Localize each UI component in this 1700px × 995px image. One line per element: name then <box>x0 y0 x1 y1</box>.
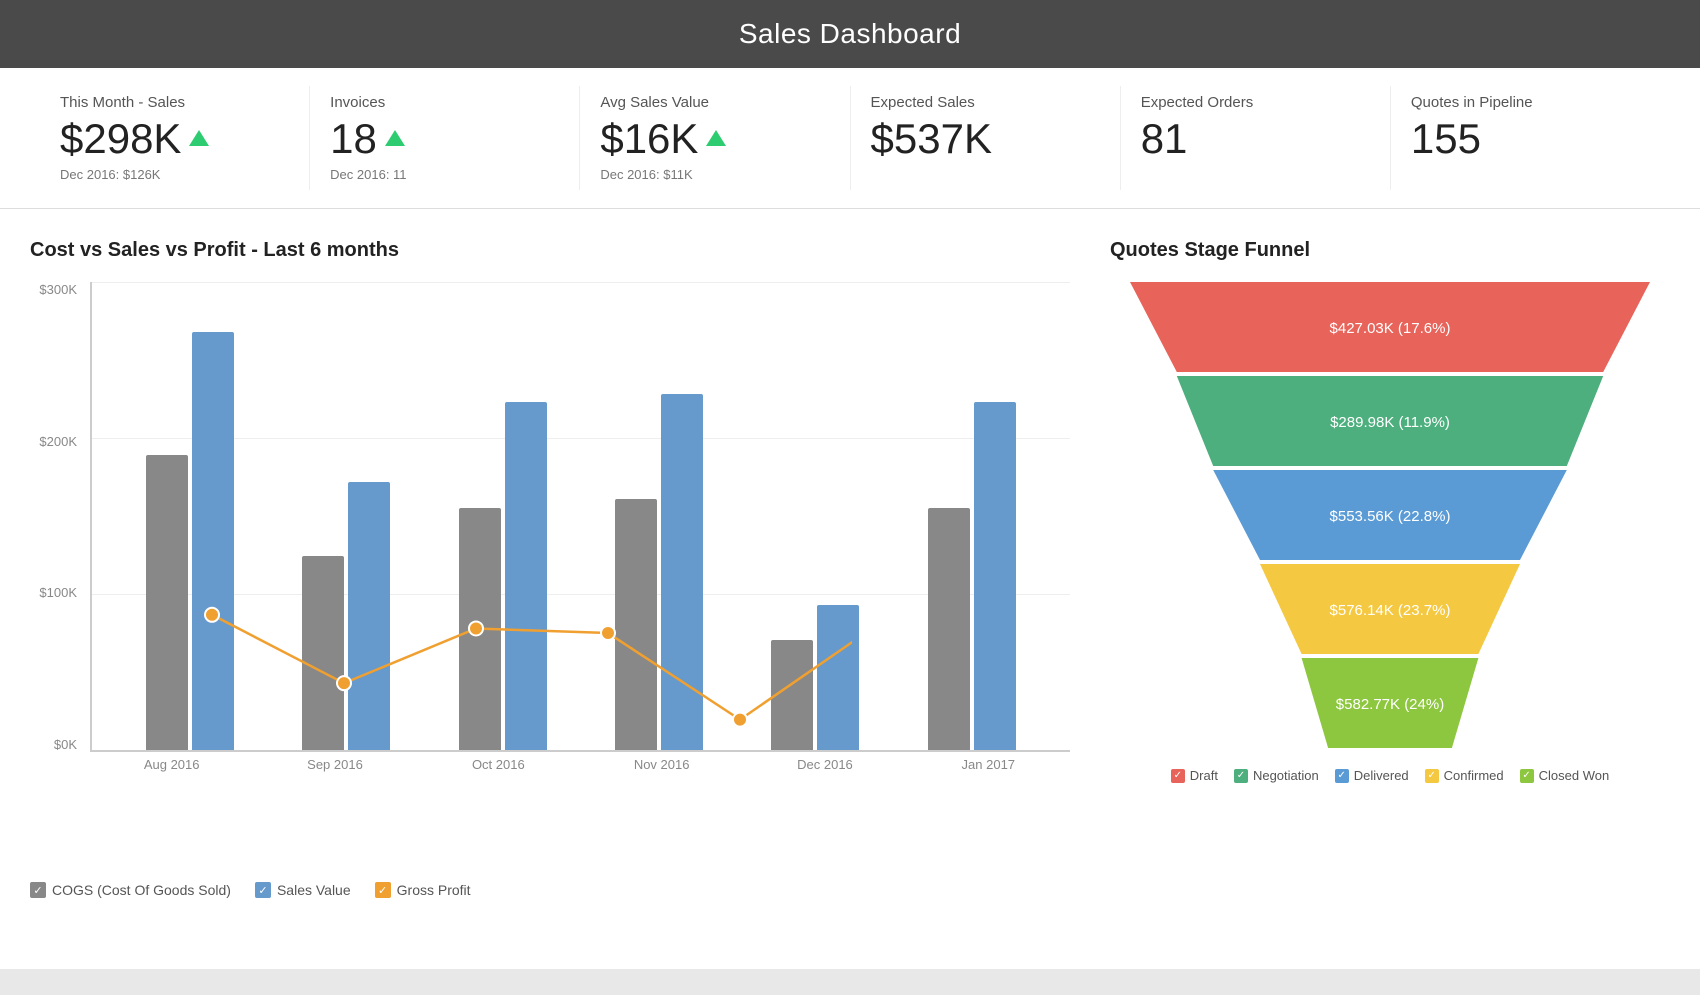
x-labels: Aug 2016Sep 2016Oct 2016Nov 2016Dec 2016… <box>90 757 1070 772</box>
y-label-300k: $300K <box>30 282 77 297</box>
x-label-2: Oct 2016 <box>417 757 580 772</box>
funnel-legend-item-3: ✓ Confirmed <box>1425 768 1504 783</box>
page-title: Sales Dashboard <box>739 18 961 49</box>
x-label-1: Sep 2016 <box>253 757 416 772</box>
bar-cogs-2 <box>459 508 501 750</box>
metric-value-5: 155 <box>1411 115 1640 163</box>
x-label-0: Aug 2016 <box>90 757 253 772</box>
bar-sales-0 <box>192 332 234 750</box>
bar-sales-2 <box>505 402 547 750</box>
metric-label-2: Avg Sales Value <box>600 94 829 111</box>
metric-value-2: $16K <box>600 115 829 163</box>
y-label-100k: $100K <box>30 585 77 600</box>
bar-group-2 <box>425 282 581 750</box>
metric-value-0: $298K <box>60 115 289 163</box>
metric-item-1: Invoices 18 Dec 2016: 11 <box>310 86 580 190</box>
funnel-legend-label-3: Confirmed <box>1444 768 1504 783</box>
metric-label-1: Invoices <box>330 94 559 111</box>
y-label-200k: $200K <box>30 434 77 449</box>
y-label-0k: $0K <box>30 737 77 752</box>
bar-chart-title: Cost vs Sales vs Profit - Last 6 months <box>30 239 1070 262</box>
metric-item-4: Expected Orders 81 <box>1121 86 1391 190</box>
funnel-legend-label-1: Negotiation <box>1253 768 1319 783</box>
bar-cogs-1 <box>302 556 344 750</box>
metric-item-2: Avg Sales Value $16K Dec 2016: $11K <box>580 86 850 190</box>
metric-label-0: This Month - Sales <box>60 94 289 111</box>
metrics-bar: This Month - Sales $298K Dec 2016: $126K In… <box>0 68 1700 209</box>
funnel-legend-label-2: Delivered <box>1354 768 1409 783</box>
bar-cogs-4 <box>771 640 813 750</box>
funnel-container: $427.03K (17.6%) $289.98K (11.9%) $553.56K… <box>1110 282 1670 748</box>
bar-group-5 <box>894 282 1050 750</box>
metric-item-3: Expected Sales $537K <box>851 86 1121 190</box>
funnel-text-4: $582.77K (24%) <box>1336 696 1444 713</box>
bar-group-1 <box>268 282 424 750</box>
arrow-up-icon-0 <box>189 130 209 146</box>
funnel-legend-item-2: ✓ Delivered <box>1335 768 1409 783</box>
bar-cogs-0 <box>146 455 188 750</box>
bar-sales-3 <box>661 394 703 750</box>
bar-chart-container: $300K $200K $100K $0K <box>30 282 1070 822</box>
main-content: Cost vs Sales vs Profit - Last 6 months … <box>0 209 1700 969</box>
bar-chart-section: Cost vs Sales vs Profit - Last 6 months … <box>20 229 1080 949</box>
funnel-legend-label-0: Draft <box>1190 768 1218 783</box>
funnel-text-2: $553.56K (22.8%) <box>1330 508 1451 525</box>
metric-item-0: This Month - Sales $298K Dec 2016: $126K <box>40 86 310 190</box>
funnel-legend-item-4: ✓ Closed Won <box>1520 768 1610 783</box>
bar-group-0 <box>112 282 268 750</box>
metric-label-4: Expected Orders <box>1141 94 1370 111</box>
chart-legend-label-2: Gross Profit <box>397 882 471 898</box>
y-axis: $300K $200K $100K $0K <box>30 282 85 752</box>
chart-legend-check-1: ✓ <box>255 882 271 898</box>
chart-legend-item-1: ✓ Sales Value <box>255 882 351 898</box>
bars-group <box>92 282 1070 750</box>
page-header: Sales Dashboard <box>0 0 1700 68</box>
chart-legend-item-0: ✓ COGS (Cost Of Goods Sold) <box>30 882 231 898</box>
chart-legend: ✓ COGS (Cost Of Goods Sold) ✓ Sales Value ✓ G… <box>30 882 1070 898</box>
x-label-3: Nov 2016 <box>580 757 743 772</box>
bar-cogs-3 <box>615 499 657 750</box>
chart-legend-check-0: ✓ <box>30 882 46 898</box>
bar-group-3 <box>581 282 737 750</box>
funnel-svg: $427.03K (17.6%) $289.98K (11.9%) $553.56K… <box>1130 282 1650 748</box>
funnel-legend: ✓ Draft ✓ Negotiation ✓ Delivered ✓ Confirmed ✓ C… <box>1110 768 1670 783</box>
metric-item-5: Quotes in Pipeline 155 <box>1391 86 1660 190</box>
arrow-up-icon-1 <box>385 130 405 146</box>
funnel-legend-check-3: ✓ <box>1425 769 1439 783</box>
bar-sales-4 <box>817 605 859 750</box>
bar-cogs-5 <box>928 508 970 750</box>
metric-label-3: Expected Sales <box>871 94 1100 111</box>
chart-legend-label-0: COGS (Cost Of Goods Sold) <box>52 882 231 898</box>
metric-sub-0: Dec 2016: $126K <box>60 167 289 182</box>
funnel-title: Quotes Stage Funnel <box>1110 239 1670 262</box>
funnel-legend-label-4: Closed Won <box>1539 768 1610 783</box>
funnel-text-0: $427.03K (17.6%) <box>1330 320 1451 337</box>
chart-legend-check-2: ✓ <box>375 882 391 898</box>
metric-value-1: 18 <box>330 115 559 163</box>
x-label-4: Dec 2016 <box>743 757 906 772</box>
arrow-up-icon-2 <box>706 130 726 146</box>
funnel-legend-check-0: ✓ <box>1171 769 1185 783</box>
funnel-legend-check-1: ✓ <box>1234 769 1248 783</box>
chart-area <box>90 282 1070 752</box>
funnel-legend-item-1: ✓ Negotiation <box>1234 768 1319 783</box>
funnel-legend-check-4: ✓ <box>1520 769 1534 783</box>
x-label-5: Jan 2017 <box>907 757 1070 772</box>
metric-value-4: 81 <box>1141 115 1370 163</box>
metric-sub-1: Dec 2016: 11 <box>330 167 559 182</box>
funnel-legend-item-0: ✓ Draft <box>1171 768 1218 783</box>
bar-sales-5 <box>974 402 1016 750</box>
metric-label-5: Quotes in Pipeline <box>1411 94 1640 111</box>
metric-value-3: $537K <box>871 115 1100 163</box>
funnel-legend-check-2: ✓ <box>1335 769 1349 783</box>
bar-group-4 <box>737 282 893 750</box>
bar-sales-1 <box>348 482 390 750</box>
chart-legend-label-1: Sales Value <box>277 882 351 898</box>
metric-sub-2: Dec 2016: $11K <box>600 167 829 182</box>
chart-legend-item-2: ✓ Gross Profit <box>375 882 471 898</box>
funnel-text-1: $289.98K (11.9%) <box>1330 414 1450 431</box>
funnel-text-3: $576.14K (23.7%) <box>1330 602 1451 619</box>
funnel-section: Quotes Stage Funnel $427.03K (17.6%) $289… <box>1100 229 1680 949</box>
